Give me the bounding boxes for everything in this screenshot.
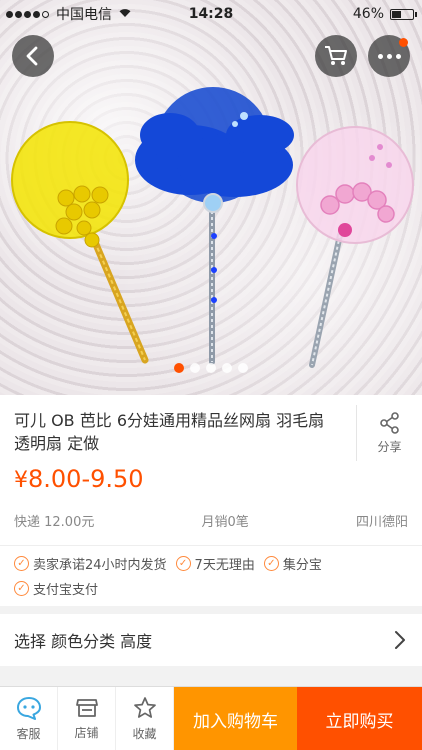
product-price: ¥8.00-9.50 — [14, 465, 144, 493]
check-circle-icon: ✓ — [175, 556, 191, 571]
shop-button[interactable]: 店铺 — [58, 687, 116, 750]
status-bar: 中国电信 14:28 46% — [0, 0, 422, 28]
gallery-dot — [190, 363, 200, 373]
buy-now-button[interactable]: 立即购买 — [297, 687, 422, 750]
notification-badge — [399, 38, 408, 47]
more-button[interactable] — [368, 35, 410, 77]
share-label: 分享 — [377, 439, 402, 454]
sku-selector[interactable]: 选择 颜色分类 高度 — [0, 614, 422, 666]
chevron-left-icon — [26, 46, 38, 66]
customer-service-button[interactable]: 客服 — [0, 687, 58, 750]
price-low: 8.00 — [28, 465, 82, 493]
promise-item: ✓ 集分宝 — [263, 551, 322, 576]
chevron-right-icon — [395, 631, 405, 649]
price-separator: - — [81, 465, 91, 493]
bottom-action-bar: 客服 店铺 收藏 加入购物车 立即购买 — [0, 686, 422, 750]
chat-bubble-icon — [16, 697, 41, 720]
promise-item: ✓ 卖家承诺24小时内发货 — [14, 551, 167, 576]
price-high: 9.50 — [90, 465, 144, 493]
battery-icon — [390, 8, 417, 20]
wifi-icon — [118, 7, 132, 22]
back-button[interactable] — [12, 35, 54, 77]
customer-service-label: 客服 — [16, 727, 41, 741]
favorite-label: 收藏 — [132, 727, 157, 741]
gallery-dot — [238, 363, 248, 373]
cart-button[interactable] — [315, 35, 357, 77]
shop-label: 店铺 — [74, 726, 99, 740]
star-icon — [133, 697, 156, 718]
product-image[interactable] — [0, 0, 422, 395]
add-to-cart-button[interactable]: 加入购物车 — [174, 687, 297, 750]
gallery-indicator — [0, 363, 422, 373]
promise-item: ✓ 支付宝支付 — [14, 576, 98, 601]
gallery-dot — [174, 363, 184, 373]
check-circle-icon: ✓ — [263, 556, 279, 571]
share-icon — [379, 411, 399, 434]
share-button[interactable]: 分享 — [356, 405, 422, 461]
service-promises: ✓ 卖家承诺24小时内发货 ✓ 7天无理由 ✓ 集分宝 ✓ 支付宝支付 — [0, 545, 422, 606]
more-icon — [377, 53, 401, 59]
monthly-sales: 月销0笔 — [201, 515, 249, 530]
product-info: 可儿 OB 芭比 6分娃通用精品丝网扇 羽毛扇 透明扇 定做 分享 ¥8.00-… — [0, 395, 422, 545]
check-circle-icon: ✓ — [14, 556, 29, 571]
product-meta: 快递 12.00元 月销0笔 四川德阳 — [14, 511, 408, 530]
gallery-dot — [206, 363, 216, 373]
signal-icon — [6, 10, 49, 18]
promise-item: ✓ 7天无理由 — [175, 551, 255, 576]
sku-selector-label: 选择 颜色分类 高度 — [14, 632, 153, 651]
shipping-fee: 快递 12.00元 — [14, 515, 95, 530]
cart-icon — [325, 46, 347, 65]
carrier-name: 中国电信 — [56, 7, 112, 23]
currency-symbol: ¥ — [14, 468, 28, 493]
fans-illustration — [11, 87, 414, 368]
shop-icon — [75, 699, 98, 717]
check-circle-icon: ✓ — [14, 581, 29, 596]
seller-location: 四川德阳 — [355, 515, 408, 530]
battery-percent: 46% — [352, 6, 384, 22]
favorite-button[interactable]: 收藏 — [116, 687, 174, 750]
product-title: 可儿 OB 芭比 6分娃通用精品丝网扇 羽毛扇 透明扇 定做 — [14, 411, 325, 453]
gallery-dot — [222, 363, 232, 373]
